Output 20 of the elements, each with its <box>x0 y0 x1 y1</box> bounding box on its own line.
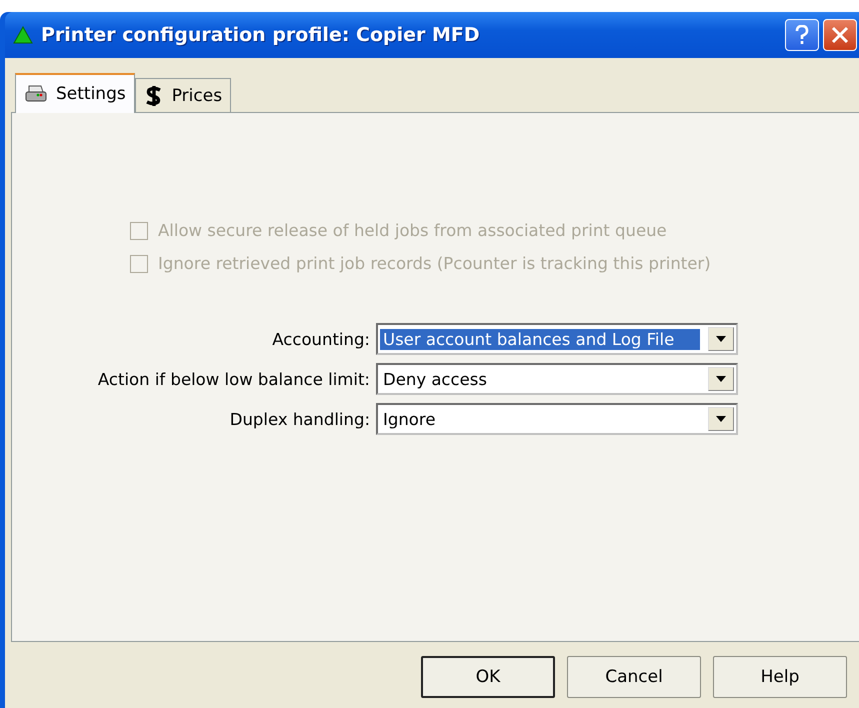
dropdown[interactable]: User account balances and Log File <box>376 323 738 355</box>
printer-icon <box>24 84 48 104</box>
tab[interactable]: Prices <box>134 78 232 112</box>
triangle-icon <box>13 26 33 44</box>
close-icon <box>831 26 849 44</box>
checkbox-label: Ignore retrieved print job records (Pcounter is tracking this printer) <box>158 254 711 273</box>
dropdown[interactable]: Deny access <box>376 363 738 395</box>
field-label: Duplex handling: <box>228 410 370 428</box>
dialog-button[interactable]: Cancel <box>567 656 701 698</box>
close-button[interactable] <box>823 19 857 51</box>
field-label: Accounting: <box>271 330 370 348</box>
dialog-button[interactable]: OK <box>421 656 555 698</box>
window-title: Printer configuration profile: Copier MFD <box>41 24 481 46</box>
checkbox-label: Allow secure release of held jobs from associated print queue <box>158 221 667 240</box>
question-mark-icon <box>795 25 809 45</box>
help-button[interactable] <box>785 19 819 51</box>
dialog-button[interactable]: Help <box>713 656 847 698</box>
tab[interactable]: Settings <box>15 73 135 113</box>
field-label: Action if below low balance limit: <box>96 370 370 388</box>
dropdown[interactable]: Ignore <box>376 403 738 435</box>
